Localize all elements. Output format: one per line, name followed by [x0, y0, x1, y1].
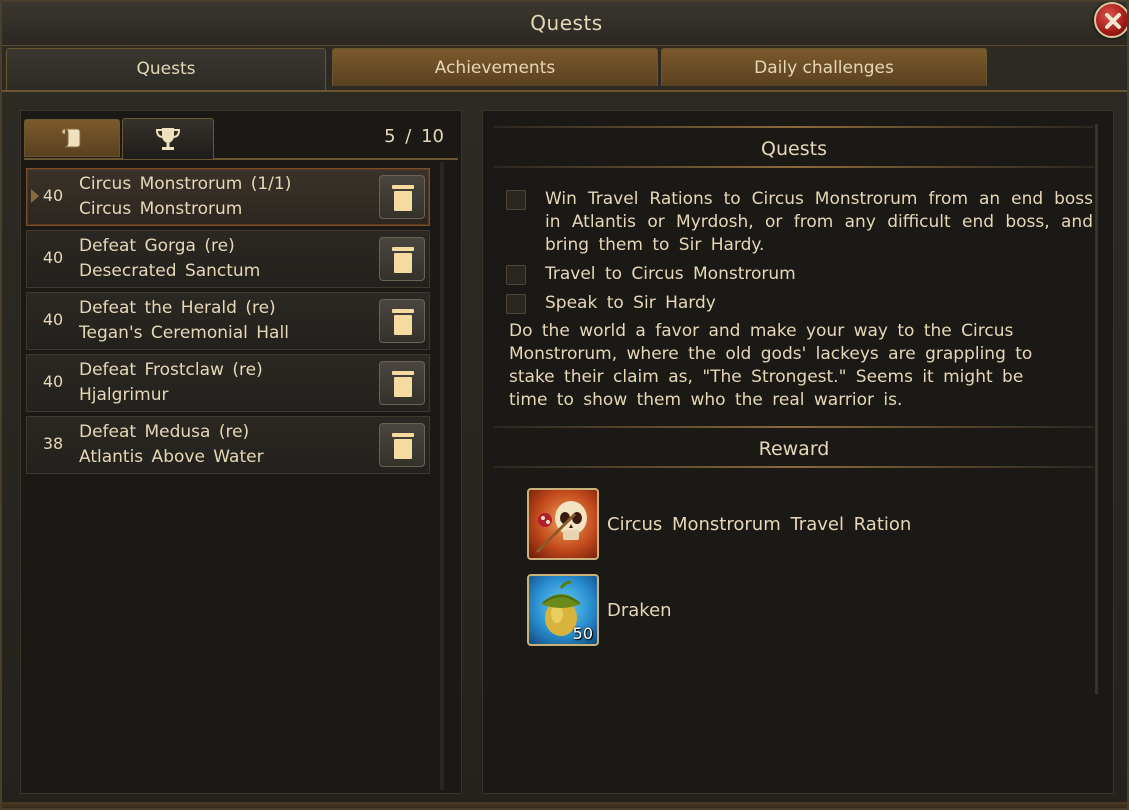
section-divider — [494, 166, 1094, 168]
tab-quests[interactable]: Quests — [6, 48, 326, 92]
task-checkbox — [506, 294, 526, 314]
reward-label: Draken — [607, 600, 672, 621]
trophy-icon — [155, 128, 181, 150]
trash-icon — [392, 185, 414, 211]
quest-level: 40 — [42, 248, 64, 267]
quest-level: 40 — [42, 310, 64, 329]
quest-count: 5 / 10 — [384, 126, 444, 147]
quest-name: Defeat Medusa (re) — [79, 422, 250, 442]
close-button[interactable] — [1094, 2, 1127, 38]
reward-item-2[interactable]: 50 — [527, 574, 599, 646]
title-bar: Quests — [2, 2, 1127, 46]
quest-level: 40 — [42, 372, 64, 391]
quest-description: Do the world a favor and make your way t… — [509, 321, 1033, 410]
abandon-quest-button[interactable] — [379, 175, 425, 219]
quest-name: Defeat Frostclaw (re) — [79, 360, 263, 380]
subtab-divider — [214, 158, 458, 160]
selected-arrow-icon — [31, 189, 39, 203]
task-text: Win Travel Rations to Circus Monstrorum … — [545, 189, 1093, 255]
quest-row[interactable]: 40 Defeat Frostclaw (re) Hjalgrimur — [26, 354, 430, 412]
task-text: Travel to Circus Monstrorum — [545, 264, 796, 284]
quests-section-title: Quests — [761, 138, 827, 160]
quest-row[interactable]: 40 Circus Monstrorum (1/1) Circus Monstr… — [26, 168, 430, 226]
quest-name: Circus Monstrorum (1/1) — [79, 174, 292, 194]
quest-level: 38 — [42, 434, 64, 453]
scroll-icon — [61, 128, 81, 148]
quest-level: 40 — [42, 186, 64, 205]
reward-count: 50 — [572, 624, 593, 643]
trash-icon — [392, 433, 414, 459]
quest-row[interactable]: 40 Defeat the Herald (re) Tegan's Ceremo… — [26, 292, 430, 350]
task-checkbox — [506, 190, 526, 210]
reward-section-title: Reward — [758, 438, 830, 460]
quest-location: Hjalgrimur — [79, 385, 169, 405]
subtab-divider-left — [24, 158, 122, 160]
tab-achievements[interactable]: Achievements — [332, 48, 658, 86]
section-divider — [494, 466, 1094, 468]
abandon-quest-button[interactable] — [379, 237, 425, 281]
section-divider — [494, 126, 1094, 128]
tab-daily-challenges[interactable]: Daily challenges — [661, 48, 987, 86]
quest-location: Atlantis Above Water — [79, 447, 264, 467]
trash-icon — [392, 371, 414, 397]
window-title: Quests — [530, 11, 603, 35]
subtab-scroll[interactable] — [24, 119, 120, 157]
quest-location: Circus Monstrorum — [79, 199, 243, 219]
quest-list-scrollbar[interactable] — [440, 162, 444, 790]
abandon-quest-button[interactable] — [379, 299, 425, 343]
quest-row[interactable]: 38 Defeat Medusa (re) Atlantis Above Wat… — [26, 416, 430, 474]
task-checkbox — [506, 265, 526, 285]
skull-ration-icon — [535, 501, 587, 554]
quest-location: Desecrated Sanctum — [79, 261, 261, 281]
tab-divider — [2, 90, 1127, 92]
close-x-icon — [1105, 13, 1121, 29]
trash-icon — [392, 309, 414, 335]
quests-window: Quests Quests Achievements Daily challen… — [0, 0, 1129, 810]
window-bottom-border — [2, 802, 1127, 808]
quest-name: Defeat Gorga (re) — [79, 236, 235, 256]
abandon-quest-button[interactable] — [379, 423, 425, 467]
reward-label: Circus Monstrorum Travel Ration — [607, 514, 912, 535]
task-text: Speak to Sir Hardy — [545, 293, 716, 313]
reward-item-1[interactable] — [527, 488, 599, 560]
section-divider — [494, 426, 1094, 428]
detail-scrollbar[interactable] — [1095, 124, 1098, 694]
quest-location: Tegan's Ceremonial Hall — [79, 323, 289, 343]
trash-icon — [392, 247, 414, 273]
subtab-trophy[interactable] — [122, 118, 214, 160]
abandon-quest-button[interactable] — [379, 361, 425, 405]
quest-row[interactable]: 40 Defeat Gorga (re) Desecrated Sanctum — [26, 230, 430, 288]
quest-name: Defeat the Herald (re) — [79, 298, 276, 318]
